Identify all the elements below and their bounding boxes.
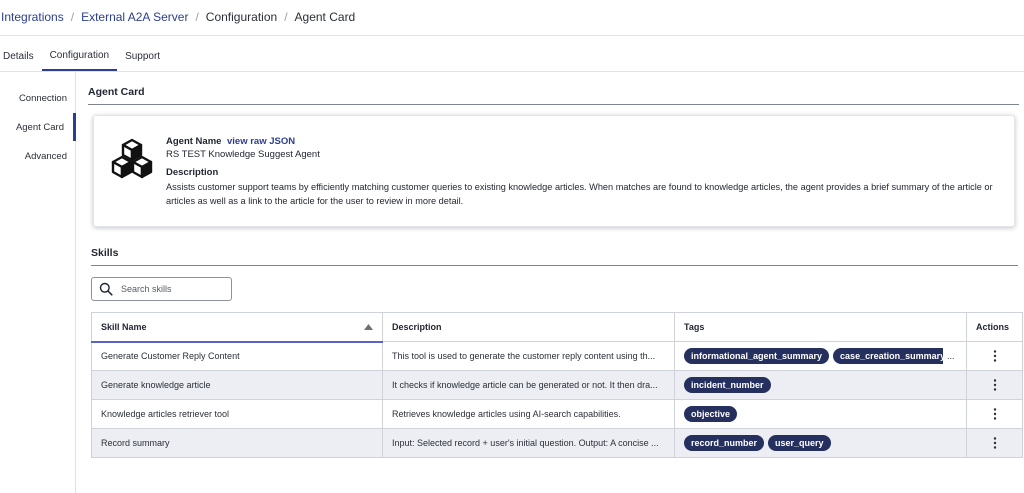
column-header-actions: Actions (966, 312, 1023, 342)
breadcrumb-configuration[interactable]: Configuration (206, 10, 277, 24)
tag-badge: objective (684, 406, 738, 422)
breadcrumb-separator: / (284, 10, 288, 24)
tab-configuration[interactable]: Configuration (41, 42, 118, 71)
cubes-icon (111, 138, 153, 179)
tab-support[interactable]: Support (117, 42, 168, 71)
breadcrumb-divider (0, 35, 1024, 36)
tag-badge: user_query (768, 435, 831, 451)
config-sidenav: Connection Agent Card Advanced (0, 72, 76, 493)
breadcrumb-separator: / (195, 10, 199, 24)
skill-description-cell: It checks if knowledge article can be ge… (382, 370, 675, 400)
breadcrumb: Integrations / External A2A Server / Con… (0, 0, 1024, 34)
table-row[interactable]: Knowledge articles retriever tool Retrie… (91, 399, 1023, 429)
column-header-tags[interactable]: Tags (674, 312, 967, 342)
skill-actions-cell (966, 428, 1023, 458)
table-row[interactable]: Generate knowledge article It checks if … (91, 370, 1023, 400)
skill-name-cell: Generate Customer Reply Content (91, 341, 383, 371)
view-raw-json-link[interactable]: view raw JSON (227, 136, 295, 147)
breadcrumb-external-a2a-server[interactable]: External A2A Server (81, 10, 188, 24)
skills-search-input[interactable] (121, 284, 221, 294)
skill-tags-cell: record_number user_query (674, 428, 967, 458)
skills-section-title: Skills (91, 247, 119, 259)
table-row[interactable]: Record summary Input: Selected record + … (91, 428, 1023, 458)
more-vertical-icon[interactable] (993, 437, 997, 449)
sidenav-item-advanced[interactable]: Advanced (0, 142, 76, 170)
breadcrumb-integrations[interactable]: Integrations (1, 10, 64, 24)
tags-overflow-indicator[interactable]: ... (947, 351, 955, 361)
sidenav-item-agent-card[interactable]: Agent Card (0, 113, 76, 141)
skill-actions-cell (966, 370, 1023, 400)
tab-bar: Details Configuration Support (0, 42, 168, 72)
tag-badge: record_number (684, 435, 765, 451)
sidenav-item-connection[interactable]: Connection (0, 84, 76, 112)
sort-ascending-icon[interactable] (364, 323, 373, 330)
table-row[interactable]: Generate Customer Reply Content This too… (91, 341, 1023, 371)
skills-table-header: Skill Name Description Tags Actions (91, 312, 1023, 343)
agent-description-value: Assists customer support teams by effici… (166, 182, 993, 206)
skills-section-divider (91, 265, 1018, 266)
skills-table: Skill Name Description Tags Actions Gene… (91, 312, 1023, 458)
skill-tags-cell: informational_agent_summary case_creation… (674, 341, 967, 371)
more-vertical-icon[interactable] (993, 350, 997, 362)
tab-bar-divider (0, 71, 1024, 72)
skill-name-cell: Knowledge articles retriever tool (91, 399, 383, 429)
skill-description-cell: Retrieves knowledge articles using AI-se… (382, 399, 675, 429)
column-header-description[interactable]: Description (382, 312, 675, 342)
column-header-label: Skill Name (101, 321, 147, 332)
breadcrumb-agent-card: Agent Card (294, 10, 356, 24)
agent-card-panel: Agent Name view raw JSON RS TEST Knowled… (93, 115, 1015, 227)
agent-name-label: Agent Name (166, 136, 222, 147)
breadcrumb-separator: / (70, 10, 75, 24)
skill-actions-cell (966, 341, 1023, 371)
more-vertical-icon[interactable] (993, 379, 997, 391)
agent-name-value: RS TEST Knowledge Suggest Agent (166, 149, 320, 160)
skill-name-cell: Generate knowledge article (91, 370, 383, 400)
tag-badge: incident_number (684, 377, 771, 393)
skill-description-cell: This tool is used to generate the custom… (382, 341, 675, 371)
tag-badge: case_creation_summary (833, 348, 944, 364)
skills-search-box[interactable] (91, 277, 232, 301)
skill-tags-cell: incident_number (674, 370, 967, 400)
skill-tags-cell: objective (674, 399, 967, 429)
agent-description-label: Description (166, 167, 219, 178)
search-icon (99, 282, 113, 296)
more-vertical-icon[interactable] (993, 408, 997, 420)
tag-clip: case_creation_summary (833, 348, 944, 364)
agent-card-section-divider (88, 104, 1019, 105)
skill-actions-cell (966, 399, 1023, 429)
agent-card-section-title: Agent Card (88, 86, 145, 98)
tag-badge: informational_agent_summary (684, 348, 830, 364)
column-header-skill-name[interactable]: Skill Name (91, 312, 383, 343)
skill-name-cell: Record summary (91, 428, 383, 458)
tab-details[interactable]: Details (0, 42, 42, 71)
skill-description-cell: Input: Selected record + user's initial … (382, 428, 675, 458)
